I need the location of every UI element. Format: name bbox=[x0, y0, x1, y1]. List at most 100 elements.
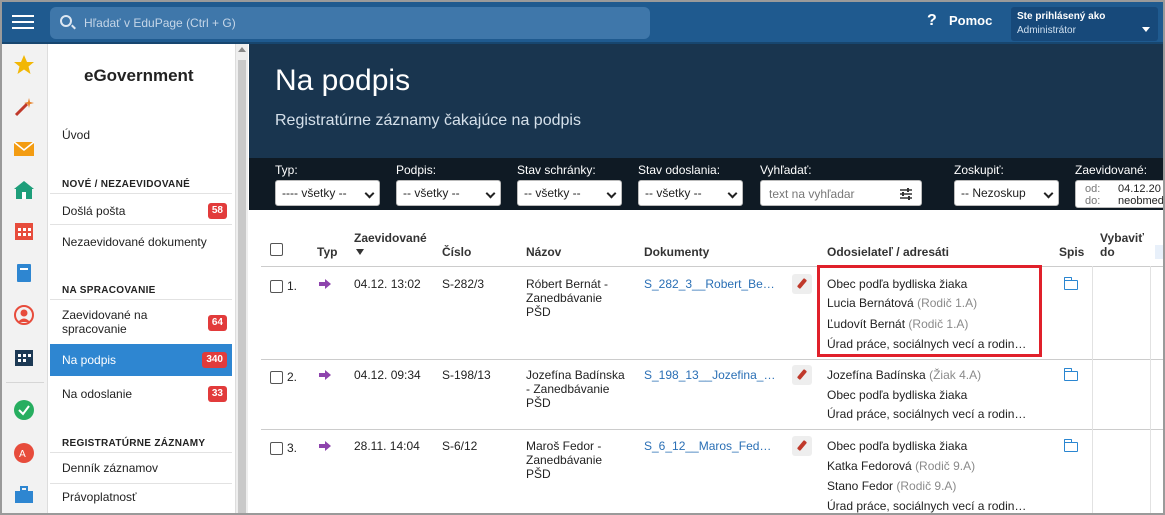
help-label: Pomoc bbox=[949, 13, 993, 28]
column-header-spis[interactable]: Spis bbox=[1059, 245, 1084, 259]
row-date: 04.12. 09:34 bbox=[354, 368, 421, 382]
row-number-id: S-282/3 bbox=[442, 277, 485, 291]
row-checkbox[interactable] bbox=[270, 371, 283, 384]
global-search[interactable]: Hľadať v EduPage (Ctrl + G) bbox=[50, 7, 650, 39]
document-link[interactable]: S_282_3__Robert_Be… bbox=[644, 277, 775, 291]
person-icon[interactable] bbox=[13, 304, 35, 326]
sidebar-item-pravoplatnost[interactable]: Právoplatnosť bbox=[50, 486, 232, 513]
filter-select-zoskupit[interactable]: -- Nezoskup bbox=[954, 180, 1059, 206]
sidebar-item-uvod[interactable]: Úvod bbox=[50, 128, 232, 142]
sort-down-icon[interactable] bbox=[356, 249, 364, 255]
row-number-id: S-198/13 bbox=[442, 368, 491, 382]
check-circle-icon[interactable] bbox=[13, 399, 35, 421]
date-to-label: do: bbox=[1085, 195, 1101, 207]
sign-pen-icon[interactable] bbox=[792, 274, 812, 294]
column-header-nazov[interactable]: Názov bbox=[526, 245, 561, 259]
column-header-odosielatel[interactable]: Odosielateľ / adresáti bbox=[827, 245, 949, 259]
folder-icon[interactable] bbox=[1064, 277, 1078, 290]
document-link[interactable]: S_6_12__Maros_Fed… bbox=[644, 439, 771, 453]
user-menu[interactable]: Ste prihlásený ako Administrátor bbox=[1011, 7, 1158, 41]
sidebar-item-dosla-posta[interactable]: Došlá pošta 58 bbox=[50, 196, 232, 224]
row-number: 1. bbox=[287, 279, 298, 293]
scroll-thumb[interactable] bbox=[238, 60, 246, 513]
magic-wand-icon[interactable] bbox=[13, 96, 35, 118]
row-number: 3. bbox=[287, 441, 298, 455]
folder-icon[interactable] bbox=[1064, 439, 1078, 452]
divider bbox=[50, 452, 232, 453]
select-value: -- Nezoskup bbox=[961, 186, 1026, 200]
recipient: Úrad práce, sociálnych vecí a rodin… bbox=[827, 499, 1027, 513]
filter-select-typ[interactable]: ---- všetky -- bbox=[275, 180, 380, 206]
school-icon[interactable] bbox=[13, 179, 35, 201]
schedule-icon[interactable] bbox=[13, 346, 35, 368]
column-header-vybavit-do[interactable]: do bbox=[1100, 245, 1115, 259]
top-bar: Hľadať v EduPage (Ctrl + G) ? Pomoc Ste p… bbox=[2, 2, 1163, 44]
row-checkbox[interactable] bbox=[270, 442, 283, 455]
date-to-value: neobmed bbox=[1118, 195, 1163, 207]
help-button[interactable]: ? Pomoc bbox=[927, 12, 992, 30]
sign-pen-icon[interactable] bbox=[792, 365, 812, 385]
filter-select-schranka[interactable]: -- všetky -- bbox=[517, 180, 622, 206]
scroll-up-icon[interactable] bbox=[238, 47, 246, 52]
row-checkbox[interactable] bbox=[270, 280, 283, 293]
filter-settings-icon[interactable] bbox=[899, 187, 913, 201]
briefcase-icon[interactable] bbox=[13, 484, 35, 506]
star-icon[interactable] bbox=[13, 54, 35, 76]
count-badge: 58 bbox=[207, 203, 227, 219]
document-link[interactable]: S_198_13__Jozefina_… bbox=[644, 368, 775, 382]
count-badge: 33 bbox=[207, 386, 227, 402]
book-icon[interactable] bbox=[13, 262, 35, 284]
column-header-dokumenty[interactable]: Dokumenty bbox=[644, 245, 709, 259]
date-range-picker[interactable]: od: 04.12.20 do: neobmed bbox=[1075, 180, 1163, 208]
count-badge: 340 bbox=[202, 352, 227, 368]
column-header-cislo[interactable]: Číslo bbox=[442, 245, 471, 259]
recipient: Obec podľa bydliska žiaka bbox=[827, 439, 968, 453]
sidebar-item-na-podpis[interactable]: Na podpis 340 bbox=[50, 344, 232, 376]
sidebar: eGovernment Úvod NOVÉ / NEZAEVIDOVANÉ Do… bbox=[48, 44, 236, 513]
menu-icon[interactable] bbox=[12, 11, 34, 31]
icon-rail: A bbox=[2, 44, 48, 513]
chevron-down-icon bbox=[485, 188, 496, 199]
column-header-extra[interactable] bbox=[1155, 245, 1163, 259]
select-value: ---- všetky -- bbox=[282, 186, 347, 200]
search-input-placeholder: text na vyhľadar bbox=[769, 187, 855, 201]
search-input[interactable]: text na vyhľadar bbox=[760, 180, 922, 206]
filter-label-zaevidovane: Zaevidované: bbox=[1075, 163, 1148, 177]
chevron-down-icon bbox=[1043, 188, 1054, 199]
row-title: Maroš Fedor - Zanedbávanie PŠD bbox=[526, 439, 602, 481]
folder-icon[interactable] bbox=[1064, 368, 1078, 381]
row-title: Róbert Bernát - Zanedbávanie PŠD bbox=[526, 277, 608, 319]
recipient: Obec podľa bydliska žiaka bbox=[827, 388, 968, 402]
sidebar-item-na-odoslanie[interactable]: Na odoslanie 33 bbox=[50, 378, 232, 408]
mail-icon[interactable] bbox=[13, 138, 35, 160]
chevron-down-icon bbox=[606, 188, 617, 199]
filter-select-odoslania[interactable]: -- všetky -- bbox=[638, 180, 743, 206]
filter-label-hladat: Vyhľadať: bbox=[760, 163, 812, 177]
recipient-role: (Rodič 9.A) bbox=[915, 459, 976, 473]
sidebar-item-label: Zaevidované na bbox=[62, 308, 148, 322]
section-heading-new: NOVÉ / NEZAEVIDOVANÉ bbox=[62, 179, 191, 190]
column-header-zaevidovane[interactable]: Zaevidované bbox=[354, 231, 427, 245]
select-value: -- všetky -- bbox=[403, 186, 460, 200]
filter-select-podpis[interactable]: -- všetky -- bbox=[396, 180, 501, 206]
sidebar-item-dennik[interactable]: Denník záznamov bbox=[50, 455, 232, 483]
count-badge: 64 bbox=[207, 315, 227, 331]
row-title-line: Róbert Bernát - bbox=[526, 277, 609, 291]
sign-pen-icon[interactable] bbox=[792, 436, 812, 456]
sidebar-item-zaevidovane[interactable]: Zaevidované na spracovanie 64 bbox=[50, 302, 232, 342]
section-heading-records: REGISTRATÚRNE ZÁZNAMY bbox=[62, 438, 206, 449]
sidebar-item-nezaevidovane[interactable]: Nezaevidované dokumenty bbox=[50, 227, 232, 255]
divider bbox=[50, 224, 232, 225]
sidebar-scrollbar[interactable] bbox=[236, 44, 248, 513]
sidebar-brand: eGovernment bbox=[84, 66, 194, 85]
select-all-checkbox[interactable] bbox=[270, 243, 283, 256]
divider bbox=[50, 193, 232, 194]
page-header: Na podpis Registratúrne záznamy čakajúce… bbox=[249, 44, 1163, 158]
sidebar-item-label: Na odoslanie bbox=[62, 387, 133, 401]
recipient-role: (Žiak 4.A) bbox=[929, 368, 982, 382]
chevron-down-icon bbox=[727, 188, 738, 199]
grades-icon[interactable]: A bbox=[13, 442, 35, 464]
column-header-typ[interactable]: Typ bbox=[317, 245, 337, 259]
calendar-icon[interactable] bbox=[13, 220, 35, 242]
column-header-vybavit[interactable]: Vybaviť bbox=[1100, 231, 1144, 245]
